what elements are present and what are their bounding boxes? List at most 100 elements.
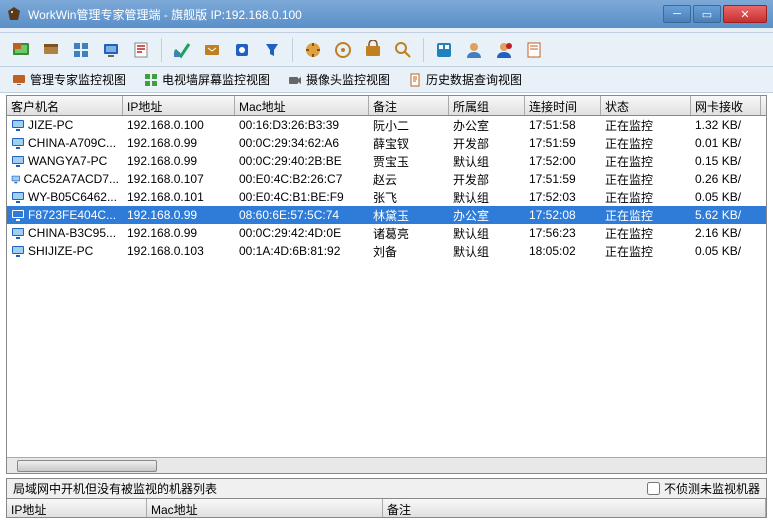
- tab-history-query[interactable]: 历史数据查询视图: [404, 69, 526, 90]
- tab-label: 摄像头监控视图: [306, 71, 390, 88]
- cell-status: 正在监控: [601, 206, 691, 225]
- cell-note: 张飞: [369, 188, 449, 207]
- cell-name: CHINA-B3C95...: [7, 225, 123, 241]
- cell-ip: 192.168.0.100: [123, 117, 235, 133]
- tab-tvwall-monitor[interactable]: 电视墙屏幕监控视图: [140, 69, 274, 90]
- cell-name: WY-B05C6462...: [7, 189, 123, 205]
- table-row[interactable]: CAC52A7ACD7...192.168.0.10700:E0:4C:B2:2…: [7, 170, 766, 188]
- cell-group: 开发部: [449, 134, 525, 153]
- col-name[interactable]: 客户机名: [7, 96, 123, 115]
- toolbar-btn-11[interactable]: [330, 37, 356, 63]
- cell-ip: 192.168.0.99: [123, 225, 235, 241]
- monitor-icon: [12, 73, 26, 87]
- checkbox-no-detect[interactable]: 不侦测未监视机器: [647, 480, 760, 497]
- toolbar-btn-13[interactable]: [390, 37, 416, 63]
- window-title: WorkWin管理专家管理端 - 旗舰版 IP:192.168.0.100: [28, 6, 661, 23]
- table-row[interactable]: WANGYA7-PC192.168.0.9900:0C:29:40:2B:BE贾…: [7, 152, 766, 170]
- table-row[interactable]: JIZE-PC192.168.0.10000:16:D3:26:B3:39阮小二…: [7, 116, 766, 134]
- cell-note: 诸葛亮: [369, 224, 449, 243]
- title-bar: WorkWin管理专家管理端 - 旗舰版 IP:192.168.0.100 ─ …: [0, 0, 773, 28]
- col-mac[interactable]: Mac地址: [235, 96, 369, 115]
- tab-label: 管理专家监控视图: [30, 71, 126, 88]
- cell-time: 17:51:58: [525, 117, 601, 133]
- cell-ip: 192.168.0.99: [123, 135, 235, 151]
- toolbar: [0, 33, 773, 67]
- toolbar-btn-4[interactable]: [98, 37, 124, 63]
- bottom-label: 局域网中开机但没有被监视的机器列表: [13, 480, 647, 497]
- cell-time: 17:52:08: [525, 207, 601, 223]
- cell-net: 1.32 KB/: [691, 117, 761, 133]
- checkbox-label: 不侦测未监视机器: [664, 480, 760, 497]
- toolbar-btn-5[interactable]: [128, 37, 154, 63]
- toolbar-btn-9[interactable]: [259, 37, 285, 63]
- maximize-button[interactable]: ▭: [693, 5, 721, 23]
- bcol-note[interactable]: 备注: [383, 499, 766, 517]
- tab-bar: 管理专家监控视图 电视墙屏幕监控视图 摄像头监控视图 历史数据查询视图: [0, 67, 773, 93]
- cell-note: 薛宝钗: [369, 134, 449, 153]
- cell-ip: 192.168.0.107: [123, 171, 235, 187]
- cell-note: 贾宝玉: [369, 152, 449, 171]
- cell-group: 开发部: [449, 170, 525, 189]
- cell-name: F8723FE404C...: [7, 207, 123, 223]
- toolbar-btn-12[interactable]: [360, 37, 386, 63]
- cell-name: WANGYA7-PC: [7, 153, 123, 169]
- checkbox-input[interactable]: [647, 482, 660, 495]
- col-time[interactable]: 连接时间: [525, 96, 601, 115]
- toolbar-btn-8[interactable]: [229, 37, 255, 63]
- cell-net: 2.16 KB/: [691, 225, 761, 241]
- table-row[interactable]: CHINA-B3C95...192.168.0.9900:0C:29:42:4D…: [7, 224, 766, 242]
- col-net[interactable]: 网卡接收: [691, 96, 761, 115]
- minimize-button[interactable]: ─: [663, 5, 691, 23]
- toolbar-separator: [292, 38, 293, 62]
- bottom-header: 局域网中开机但没有被监视的机器列表 不侦测未监视机器: [6, 478, 767, 498]
- computer-icon: [11, 228, 25, 239]
- cell-mac: 00:16:D3:26:B3:39: [235, 117, 369, 133]
- cell-status: 正在监控: [601, 170, 691, 189]
- toolbar-btn-6[interactable]: [169, 37, 195, 63]
- cell-note: 阮小二: [369, 116, 449, 135]
- cell-mac: 00:0C:29:34:62:A6: [235, 135, 369, 151]
- cell-net: 0.05 KB/: [691, 189, 761, 205]
- toolbar-btn-1[interactable]: [8, 37, 34, 63]
- toolbar-btn-17[interactable]: [521, 37, 547, 63]
- table-row[interactable]: CHINA-A709C...192.168.0.9900:0C:29:34:62…: [7, 134, 766, 152]
- computer-icon: [11, 138, 25, 149]
- scrollbar-thumb[interactable]: [17, 460, 157, 472]
- cell-group: 默认组: [449, 152, 525, 171]
- close-button[interactable]: ✕: [723, 5, 767, 23]
- cell-time: 17:52:00: [525, 153, 601, 169]
- col-status[interactable]: 状态: [601, 96, 691, 115]
- col-ip[interactable]: IP地址: [123, 96, 235, 115]
- cell-group: 默认组: [449, 224, 525, 243]
- toolbar-btn-10[interactable]: [300, 37, 326, 63]
- cell-net: 0.05 KB/: [691, 243, 761, 259]
- cell-ip: 192.168.0.99: [123, 207, 235, 223]
- toolbar-btn-3[interactable]: [68, 37, 94, 63]
- col-note[interactable]: 备注: [369, 96, 449, 115]
- table-row[interactable]: SHIJIZE-PC192.168.0.10300:1A:4D:6B:81:92…: [7, 242, 766, 260]
- horizontal-scrollbar[interactable]: [7, 457, 766, 473]
- table-body: JIZE-PC192.168.0.10000:16:D3:26:B3:39阮小二…: [7, 116, 766, 457]
- col-group[interactable]: 所属组: [449, 96, 525, 115]
- computer-icon: [11, 246, 25, 257]
- cell-mac: 00:0C:29:40:2B:BE: [235, 153, 369, 169]
- toolbar-btn-7[interactable]: [199, 37, 225, 63]
- table-row[interactable]: F8723FE404C...192.168.0.9908:60:6E:57:5C…: [7, 206, 766, 224]
- cell-group: 默认组: [449, 242, 525, 261]
- toolbar-btn-15[interactable]: [461, 37, 487, 63]
- cell-status: 正在监控: [601, 152, 691, 171]
- toolbar-separator: [161, 38, 162, 62]
- cell-status: 正在监控: [601, 242, 691, 261]
- toolbar-btn-14[interactable]: [431, 37, 457, 63]
- toolbar-btn-16[interactable]: [491, 37, 517, 63]
- toolbar-btn-2[interactable]: [38, 37, 64, 63]
- cell-ip: 192.168.0.103: [123, 243, 235, 259]
- tab-camera-monitor[interactable]: 摄像头监控视图: [284, 69, 394, 90]
- tab-expert-monitor[interactable]: 管理专家监控视图: [8, 69, 130, 90]
- table-row[interactable]: WY-B05C6462...192.168.0.10100:E0:4C:B1:B…: [7, 188, 766, 206]
- cell-ip: 192.168.0.99: [123, 153, 235, 169]
- bcol-ip[interactable]: IP地址: [7, 499, 147, 517]
- bcol-mac[interactable]: Mac地址: [147, 499, 383, 517]
- cell-name: CAC52A7ACD7...: [7, 171, 123, 187]
- computer-icon: [11, 210, 25, 221]
